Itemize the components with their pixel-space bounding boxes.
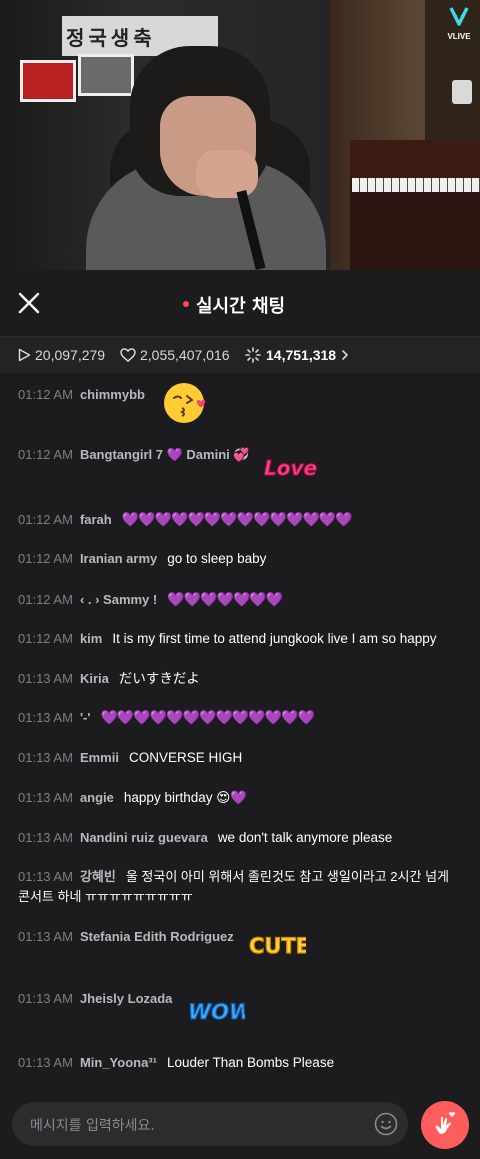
play-count: 20,097,279 [35,347,106,363]
chat-message: 01:13 AM Emmii CONVERSE HIGH [18,748,468,768]
message-username[interactable]: Stefania Edith Rodriguez [80,929,234,944]
message-time: 01:13 AM [18,991,73,1006]
chat-message: 01:13 AM Kiria だいすきだよ [18,669,468,689]
chat-message: 01:13 AM Min_Yoona³¹ Louder Than Bombs Ple… [18,1053,468,1073]
message-time: 01:13 AM [18,1055,73,1070]
message-username[interactable]: Bangtangirl 7 💜 Damini 💞 [80,447,250,462]
message-time: 01:12 AM [18,631,73,646]
message-time: 01:12 AM [18,551,73,566]
video-person-hand [196,150,258,198]
chat-message: 01:13 AM angie happy birthday 😍💜 [18,788,468,808]
video-piano-keys [352,178,480,192]
message-username[interactable]: Nandini ruiz guevara [80,830,208,845]
message-time: 01:13 AM [18,929,73,944]
live-video-player[interactable]: 정국생축 VLIVE [0,0,480,270]
message-time: 01:13 AM [18,671,73,686]
video-piano-top [350,140,480,178]
message-text: 💜💜💜💜💜💜💜 [167,591,283,607]
vlive-logo-icon [449,7,469,26]
message-time: 01:12 AM [18,512,73,527]
message-username[interactable]: '-' [80,710,91,725]
message-username[interactable]: kim [80,631,102,646]
message-username[interactable]: Emmii [80,750,119,765]
message-username[interactable]: angie [80,790,114,805]
message-input-bar: 메시지를 입력하세요. [0,1088,480,1159]
chat-header: 실시간 채팅 [0,270,480,337]
message-username[interactable]: ‹ . › Sammy ! [80,592,157,607]
live-indicator-dot [183,301,189,307]
chat-message: 01:13 AM Stefania Edith Rodriguez [18,927,468,947]
kiss-emoji-sticker [164,383,206,423]
close-icon[interactable] [14,288,44,318]
message-text: go to sleep baby [167,551,267,566]
chat-message-list[interactable]: 01:12 AM chimmybb 01:12 AM Bangtangirl 7 💜… [0,373,480,1088]
cute-sticker-text: CUTE [249,934,306,958]
message-time: 01:12 AM [18,592,73,607]
message-username[interactable]: chimmybb [80,387,145,402]
emoji-icon[interactable] [374,1112,398,1136]
video-poster-text: 정국생축 [66,26,156,50]
chat-message: 01:13 AM Nandini ruiz guevara we don't tal… [18,828,468,848]
message-text: だいすきだよ [118,671,200,686]
heart-count: 2,055,407,016 [140,347,230,363]
video-wall-outlet [452,80,472,104]
message-username[interactable]: Kiria [80,671,109,686]
vlive-logo-text: VLIVE [447,32,471,41]
message-input[interactable]: 메시지를 입력하세요. [12,1102,408,1146]
message-time: 01:13 AM [18,790,73,805]
wow-sticker-text: WOW [188,1000,245,1024]
chevron-right-icon [342,350,349,360]
vlive-logo: VLIVE [441,6,477,46]
love-sticker: Love [264,456,318,481]
message-text: 💜💜💜💜💜💜💜💜💜💜💜💜💜💜 [121,511,353,527]
chat-message: 01:12 AM kim It is my first time to attend… [18,629,468,649]
message-time: 01:12 AM [18,447,73,462]
message-time: 01:13 AM [18,830,73,845]
chat-message: 01:12 AM chimmybb [18,385,468,405]
love-sticker-text: Love [264,456,317,480]
chat-message: 01:12 AM Bangtangirl 7 💜 Damini 💞 [18,445,468,465]
chat-message: 01:12 AM farah 💜💜💜💜💜💜💜💜💜💜💜💜💜💜 [18,509,468,530]
message-username[interactable]: Jheisly Lozada [80,991,172,1006]
message-time: 01:13 AM [18,750,73,765]
message-username[interactable]: Iranian army [80,551,157,566]
message-time: 01:13 AM [18,869,73,884]
sparkle-count-stat[interactable]: 14,751,318 [244,347,350,363]
message-username[interactable]: 강혜빈 [80,869,116,884]
message-text: we don't talk anymore please [217,830,393,845]
send-heart-button[interactable] [421,1101,469,1149]
message-time: 01:12 AM [18,387,73,402]
message-username[interactable]: farah [80,512,112,527]
sparkle-count: 14,751,318 [266,347,337,363]
message-text: CONVERSE HIGH [128,750,243,765]
message-text: 💜💜💜💜💜💜💜💜💜💜💜💜💜 [100,709,315,725]
chat-message: 01:13 AM 강혜빈 울 정국이 아미 위해서 졸린것도 참고 생일이라고 2시… [18,867,464,907]
chat-title: 실시간 채팅 [196,296,286,317]
message-time: 01:13 AM [18,710,73,725]
message-input-placeholder: 메시지를 입력하세요. [30,1118,155,1134]
message-text: It is my first time to attend jungkook l… [112,631,437,646]
wow-sticker: WOW [187,999,245,1024]
chat-message: 01:12 AM ‹ . › Sammy ! 💜💜💜💜💜💜💜 [18,589,468,610]
message-text: happy birthday 😍💜 [123,790,248,805]
play-icon [18,348,31,362]
heart-outline-icon [120,348,136,362]
video-wall-photo [78,54,134,96]
message-username[interactable]: Min_Yoona³¹ [80,1055,157,1070]
cute-sticker: CUTE [248,933,306,958]
stats-bar: 20,097,279 2,055,407,016 14,751,318 [0,337,480,373]
heart-count-stat: 2,055,407,016 [120,347,230,363]
chat-message: 01:13 AM '-' 💜💜💜💜💜💜💜💜💜💜💜💜💜 [18,707,468,728]
finger-heart-icon [435,1112,455,1134]
play-count-stat: 20,097,279 [18,347,105,363]
sparkle-icon [245,347,261,363]
message-text: Louder Than Bombs Please [166,1055,335,1070]
video-wall-photo [20,60,76,102]
chat-message: 01:12 AM Iranian army go to sleep baby [18,549,468,569]
